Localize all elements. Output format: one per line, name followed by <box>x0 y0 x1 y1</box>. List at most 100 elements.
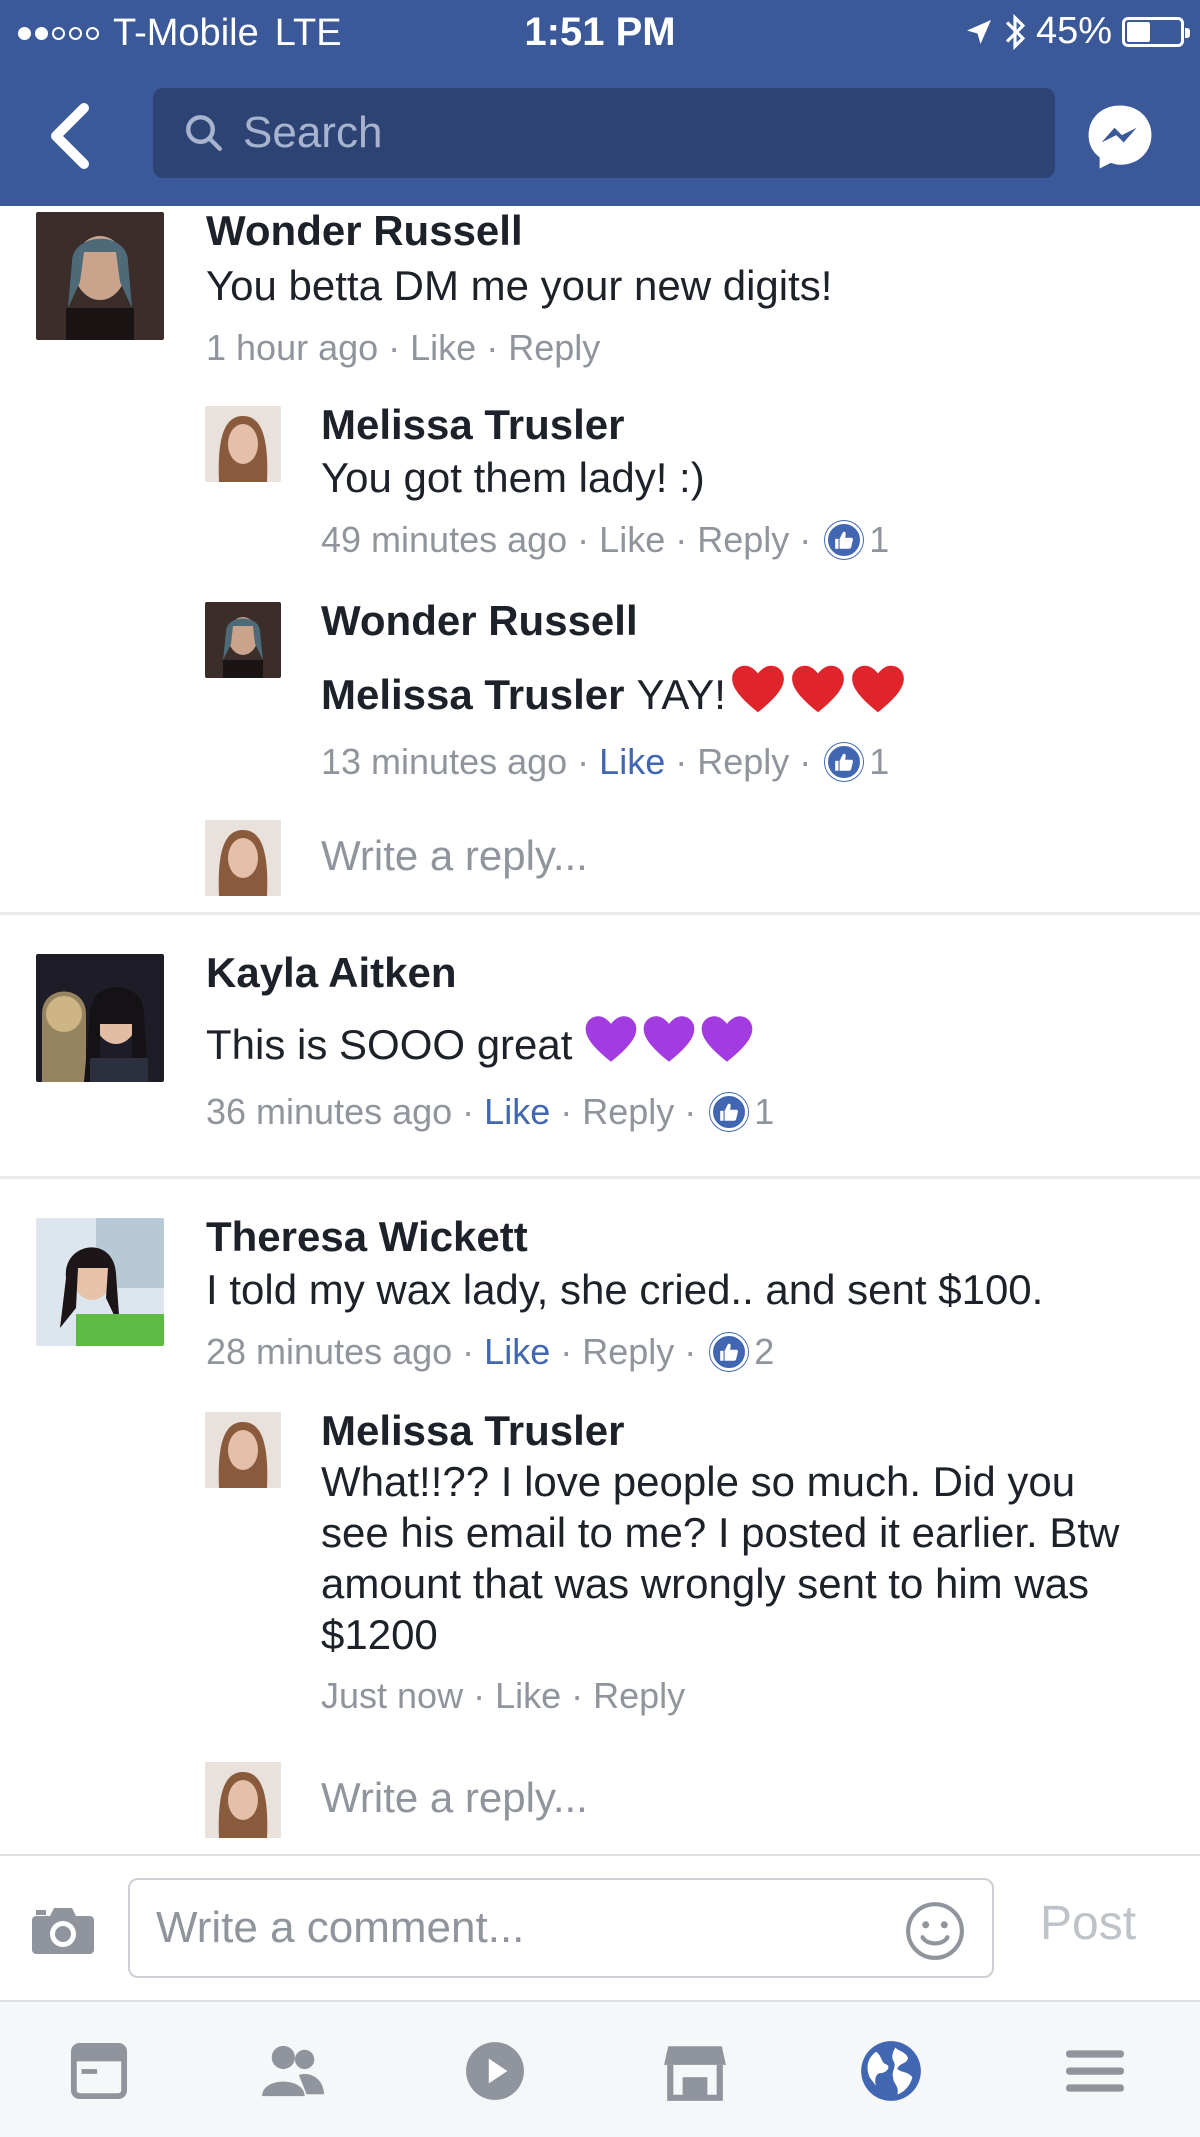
red-heart-icon <box>730 664 786 726</box>
comment-text: You betta DM me your new digits! <box>206 262 833 309</box>
chevron-left-icon <box>51 103 89 169</box>
comment-body: Wonder Russell You betta DM me your new … <box>206 206 1166 370</box>
reply-text: Melissa Trusler YAY! <box>321 664 1181 726</box>
author-name[interactable]: Theresa Wickett <box>206 1212 1166 1262</box>
reply-message: YAY! <box>636 671 726 718</box>
battery-icon <box>1122 16 1190 47</box>
like-count: 1 <box>869 741 890 782</box>
marketplace-icon <box>664 2046 726 2101</box>
play-video-icon <box>466 2042 524 2100</box>
purple-heart-icon <box>700 1014 754 1076</box>
tab-marketplace[interactable] <box>660 2036 730 2106</box>
post-button[interactable]: Post <box>1040 1896 1136 1951</box>
author-name[interactable]: Kayla Aitken <box>206 948 1166 998</box>
back-button[interactable] <box>40 96 110 176</box>
comment-meta: 28 minutes ago · Like · Reply · 2 <box>206 1330 775 1374</box>
reply-link[interactable]: Reply <box>593 1674 685 1718</box>
tab-news-feed[interactable] <box>64 2036 134 2106</box>
divider <box>0 1176 1200 1179</box>
camera-icon <box>32 1908 94 1954</box>
thumbs-up-icon <box>720 1343 739 1361</box>
reply-body: Melissa Trusler You got them lady! :) 49… <box>321 400 1181 562</box>
comment-composer: Write a comment... Post <box>0 1854 1200 2000</box>
comment-meta: 36 minutes ago · Like · Reply · 1 <box>206 1090 775 1134</box>
timestamp: 49 minutes ago <box>321 519 568 560</box>
author-name[interactable]: Wonder Russell <box>206 206 1166 256</box>
mention-tag[interactable]: Melissa Trusler <box>321 669 625 721</box>
reply-text: You got them lady! :) <box>321 454 705 501</box>
reply-body: Wonder Russell Melissa Trusler YAY! 13 m… <box>321 596 1181 784</box>
tab-notifications[interactable] <box>856 2036 926 2106</box>
like-count: 1 <box>869 519 890 560</box>
tab-watch[interactable] <box>460 2036 530 2106</box>
like-link[interactable]: Like <box>484 1330 550 1374</box>
tab-bar <box>0 2000 1200 2137</box>
like-count-badge[interactable]: 1 <box>710 1090 774 1134</box>
tab-menu[interactable] <box>1060 2036 1130 2106</box>
comment-text: I told my wax lady, she cried.. and sent… <box>206 1266 1044 1313</box>
reply-link[interactable]: Reply <box>697 518 789 562</box>
avatar <box>205 820 281 896</box>
timestamp: Just now <box>321 1675 464 1716</box>
like-count-badge[interactable]: 1 <box>825 740 889 784</box>
reply-link[interactable]: Reply <box>582 1330 674 1374</box>
author-name[interactable]: Melissa Trusler <box>321 1406 1151 1456</box>
tab-friends[interactable] <box>258 2036 328 2106</box>
reply-link[interactable]: Reply <box>582 1090 674 1134</box>
status-right: 45% <box>964 10 1190 53</box>
reply-meta: 13 minutes ago · Like · Reply · 1 <box>321 740 890 784</box>
like-count: 1 <box>754 1091 775 1132</box>
nav-bar: Search <box>0 66 1200 206</box>
timestamp: 28 minutes ago <box>206 1331 453 1372</box>
like-link[interactable]: Like <box>599 518 665 562</box>
thumbs-up-icon <box>720 1103 739 1121</box>
news-feed-icon <box>70 2042 128 2100</box>
battery-percent: 45% <box>1035 10 1112 52</box>
avatar[interactable] <box>205 1412 281 1488</box>
avatar[interactable] <box>36 1218 164 1346</box>
reply-link[interactable]: Reply <box>508 326 600 370</box>
write-reply-input[interactable]: Write a reply... <box>321 832 921 880</box>
avatar[interactable] <box>205 602 281 678</box>
avatar[interactable] <box>36 212 164 340</box>
thumbs-up-icon <box>835 753 854 771</box>
comment-body: Kayla Aitken This is SOOO great 36 minut… <box>206 948 1166 1134</box>
author-name[interactable]: Wonder Russell <box>321 596 1181 646</box>
globe-icon <box>861 2041 921 2101</box>
purple-heart-icon <box>584 1014 638 1076</box>
camera-button[interactable] <box>30 1904 96 1961</box>
reply-link[interactable]: Reply <box>697 740 789 784</box>
thumbs-up-icon <box>835 531 854 549</box>
like-link[interactable]: Like <box>410 326 476 370</box>
like-count-badge[interactable]: 2 <box>710 1330 774 1374</box>
reply-body: Melissa Trusler What!!?? I love people s… <box>321 1406 1151 1718</box>
like-link[interactable]: Like <box>495 1674 561 1718</box>
reply-meta: Just now · Like · Reply <box>321 1674 686 1718</box>
avatar <box>205 1762 281 1838</box>
red-heart-icon <box>790 664 846 726</box>
reply-meta: 49 minutes ago · Like · Reply · 1 <box>321 518 890 562</box>
timestamp: 1 hour ago <box>206 327 379 368</box>
divider <box>0 912 1200 915</box>
avatar[interactable] <box>205 406 281 482</box>
search-input[interactable]: Search <box>153 88 1055 178</box>
comment-message: This is SOOO great <box>206 1021 573 1068</box>
messenger-button[interactable] <box>1083 100 1157 174</box>
search-placeholder: Search <box>243 108 383 157</box>
author-name[interactable]: Melissa Trusler <box>321 400 1181 450</box>
comment-meta: 1 hour ago · Like · Reply <box>206 326 601 370</box>
search-icon <box>186 115 222 151</box>
friends-icon <box>262 2045 324 2097</box>
timestamp: 36 minutes ago <box>206 1091 453 1132</box>
comment-input[interactable]: Write a comment... <box>128 1878 994 1978</box>
comment-text: This is SOOO great <box>206 1014 1166 1076</box>
bluetooth-icon <box>1005 13 1026 50</box>
like-link[interactable]: Like <box>599 740 665 784</box>
like-link[interactable]: Like <box>484 1090 550 1134</box>
emoji-button[interactable] <box>904 1900 966 1973</box>
comment-placeholder: Write a comment... <box>156 1903 525 1952</box>
avatar[interactable] <box>36 954 164 1082</box>
like-count-badge[interactable]: 1 <box>825 518 889 562</box>
status-bar: T-Mobile LTE 1:51 PM 45% <box>0 0 1200 66</box>
write-reply-input[interactable]: Write a reply... <box>321 1774 921 1822</box>
